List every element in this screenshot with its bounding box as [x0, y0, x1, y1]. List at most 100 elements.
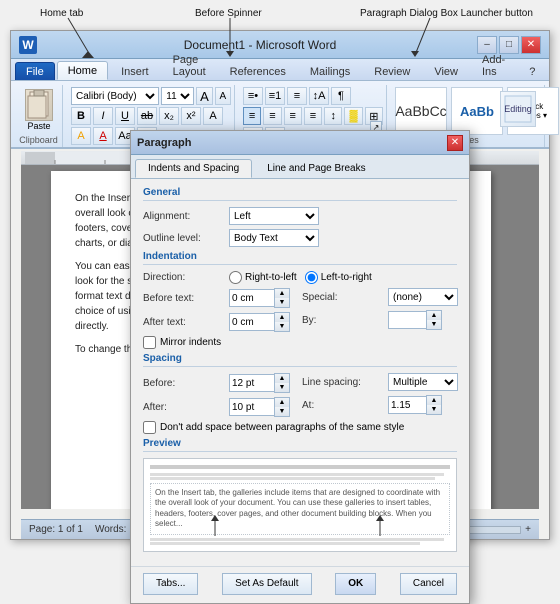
preview-before-rects	[150, 473, 450, 480]
outline-level-select[interactable]: Body Text Level 1	[229, 229, 319, 247]
shading-button[interactable]: ▓	[344, 107, 362, 125]
zoom-plus-button[interactable]: +	[525, 524, 531, 535]
dialog-title: Paragraph	[137, 137, 447, 149]
after-text-down[interactable]: ▼	[275, 322, 289, 331]
direction-ltr-radio[interactable]	[305, 271, 318, 284]
after-text-input[interactable]	[229, 313, 274, 331]
clipboard-label: Clipboard	[15, 135, 62, 145]
at-up[interactable]: ▲	[427, 396, 441, 405]
before-spinner-annotation: Before Spinner	[195, 8, 262, 19]
align-center-button[interactable]: ≡	[263, 107, 281, 125]
mirror-indents-checkbox[interactable]	[143, 336, 156, 349]
at-spinner-btns: ▲ ▼	[426, 395, 442, 415]
tab-insert[interactable]: Insert	[110, 62, 160, 80]
align-left-button[interactable]: ≡	[243, 107, 261, 125]
outline-level-row: Outline level: Body Text Level 1	[143, 229, 457, 247]
direction-radio-group: Right-to-left Left-to-right	[229, 271, 372, 284]
bullets-button[interactable]: ≡•	[243, 87, 263, 105]
before-text-label: Before text:	[143, 293, 223, 304]
alignment-select[interactable]: Left Center Right Justified	[229, 207, 319, 225]
tab-references[interactable]: References	[219, 62, 297, 80]
preview-after-rects	[150, 538, 450, 545]
shrink-font-button[interactable]: A	[215, 87, 231, 105]
dialog-tab-line-page-breaks[interactable]: Line and Page Breaks	[254, 159, 378, 178]
tab-view[interactable]: View	[423, 62, 469, 80]
at-down[interactable]: ▼	[427, 405, 441, 414]
direction-rtl-radio[interactable]	[229, 271, 242, 284]
grow-font-button[interactable]: A	[196, 87, 212, 105]
tab-home[interactable]: Home	[57, 61, 108, 80]
zoom-slider[interactable]	[461, 526, 521, 534]
style-normal[interactable]: AaBbCc	[395, 87, 447, 135]
line-spacing-button[interactable]: ↕	[324, 107, 342, 125]
by-input[interactable]	[388, 311, 426, 329]
spacing-after-input[interactable]	[229, 398, 274, 416]
line-spacing-group: Line spacing: Multiple Single 1.5 lines …	[302, 373, 458, 421]
dont-add-space-checkbox[interactable]	[143, 421, 156, 434]
close-button[interactable]: ✕	[521, 36, 541, 54]
before-text-up[interactable]: ▲	[275, 289, 289, 298]
italic-button[interactable]: I	[93, 107, 113, 125]
by-down[interactable]: ▼	[427, 320, 441, 329]
preview-para-rects	[150, 465, 450, 470]
after-text-label: After text:	[143, 317, 223, 328]
special-group: Special: (none) First line Hanging By: ▲…	[302, 288, 458, 336]
dialog-buttons-bar: Tabs... Set As Default OK Cancel	[131, 566, 469, 603]
font-row2: B I U ab x₂ x² A	[71, 107, 231, 125]
spacing-before-row: Before: ▲ ▼	[143, 373, 290, 393]
dialog-close-button[interactable]: ✕	[447, 135, 463, 151]
direction-label: Direction:	[143, 272, 223, 283]
show-hide-button[interactable]: ¶	[331, 87, 351, 105]
justify-button[interactable]: ≡	[304, 107, 322, 125]
spacing-after-down[interactable]: ▼	[275, 407, 289, 416]
dialog-tab-indents-spacing[interactable]: Indents and Spacing	[135, 159, 252, 178]
numbering-button[interactable]: ≡1	[265, 87, 285, 105]
page-info: Page: 1 of 1	[29, 524, 83, 535]
spacing-before-up[interactable]: ▲	[275, 374, 289, 383]
superscript-button[interactable]: x²	[181, 107, 201, 125]
multilevel-button[interactable]: ≡	[287, 87, 307, 105]
spacing-after-up[interactable]: ▲	[275, 398, 289, 407]
before-after-group: Before: ▲ ▼ After: ▲	[143, 373, 290, 421]
alignment-row: Alignment: Left Center Right Justified	[143, 207, 457, 225]
tab-file[interactable]: File	[15, 62, 55, 80]
before-text-down[interactable]: ▼	[275, 298, 289, 307]
strikethrough-button[interactable]: ab	[137, 107, 157, 125]
font-name-select[interactable]: Calibri (Body)	[71, 87, 159, 105]
tab-add-ins[interactable]: Add-Ins	[471, 50, 516, 80]
tab-review[interactable]: Review	[363, 62, 421, 80]
font-size-select[interactable]: 11	[161, 87, 194, 105]
tab-help[interactable]: ?	[518, 62, 546, 80]
spacing-before-down[interactable]: ▼	[275, 383, 289, 392]
by-up[interactable]: ▲	[427, 311, 441, 320]
underline-button[interactable]: U	[115, 107, 135, 125]
before-text-row: Before text: ▲ ▼	[143, 288, 290, 308]
before-text-input[interactable]	[229, 289, 274, 307]
paste-icon	[25, 89, 53, 121]
line-spacing-select[interactable]: Multiple Single 1.5 lines Double	[388, 373, 458, 391]
after-text-up[interactable]: ▲	[275, 313, 289, 322]
special-select[interactable]: (none) First line Hanging	[388, 288, 458, 306]
tab-page-layout[interactable]: Page Layout	[162, 50, 217, 80]
text-effect-button[interactable]: A	[203, 107, 223, 125]
at-input[interactable]	[388, 396, 426, 414]
tab-mailings[interactable]: Mailings	[299, 62, 361, 80]
set-as-default-button[interactable]: Set As Default	[222, 573, 311, 595]
editing-button[interactable]: Editing	[496, 89, 540, 129]
bold-button[interactable]: B	[71, 107, 91, 125]
subscript-button[interactable]: x₂	[159, 107, 179, 125]
ok-button[interactable]: OK	[335, 573, 376, 595]
sort-button[interactable]: ↕A	[309, 87, 329, 105]
cancel-button[interactable]: Cancel	[400, 573, 457, 595]
spacing-before-label: Before:	[143, 378, 223, 389]
spacing-before-spinner: ▲ ▼	[229, 373, 290, 393]
mirror-indents-label: Mirror indents	[160, 337, 221, 348]
spacing-after-spinner: ▲ ▼	[229, 397, 290, 417]
spacing-before-input[interactable]	[229, 374, 274, 392]
paste-button[interactable]: Paste	[21, 87, 57, 133]
at-row: At: ▲ ▼	[302, 395, 458, 415]
tabs-button[interactable]: Tabs...	[143, 573, 198, 595]
align-right-button[interactable]: ≡	[284, 107, 302, 125]
spacing-after-btns: ▲ ▼	[274, 397, 290, 417]
preview-box: On the Insert tab, the galleries include…	[143, 458, 457, 552]
